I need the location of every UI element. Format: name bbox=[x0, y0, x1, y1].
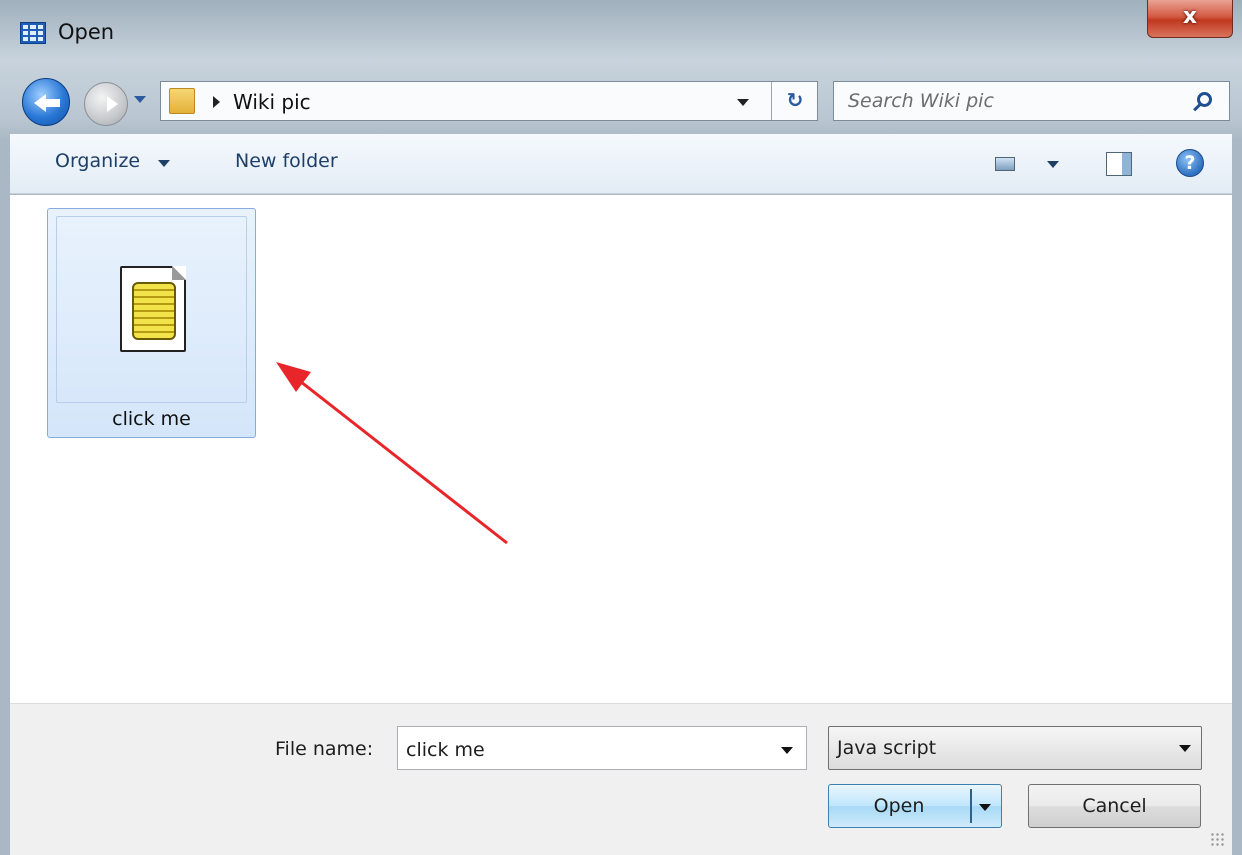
help-icon[interactable]: ? bbox=[1176, 149, 1204, 177]
recent-locations-dropdown[interactable] bbox=[134, 96, 146, 103]
open-options-dropdown-icon[interactable] bbox=[979, 804, 991, 811]
cancel-button[interactable]: Cancel bbox=[1028, 784, 1201, 828]
file-type-value: Java script bbox=[837, 737, 937, 759]
search-icon[interactable] bbox=[1197, 92, 1212, 107]
open-button-divider bbox=[970, 789, 972, 823]
script-scroll-icon bbox=[132, 282, 176, 340]
breadcrumb-folder[interactable]: Wiki pic bbox=[233, 90, 311, 114]
open-button[interactable]: Open bbox=[828, 784, 1002, 828]
view-options-dropdown-icon[interactable] bbox=[1047, 161, 1059, 168]
open-file-dialog: Open x Wiki pic ↻ Search Wiki pic Organi… bbox=[0, 0, 1242, 855]
organize-button[interactable]: Organize bbox=[55, 150, 140, 172]
address-bar[interactable]: Wiki pic ↻ bbox=[160, 81, 818, 121]
folder-icon bbox=[169, 88, 195, 114]
close-button[interactable]: x bbox=[1147, 0, 1233, 38]
dialog-app-icon bbox=[20, 22, 46, 44]
file-name-dropdown-icon[interactable] bbox=[781, 747, 793, 754]
back-arrow-icon[interactable] bbox=[22, 78, 70, 126]
file-type-dropdown-icon[interactable] bbox=[1179, 745, 1191, 752]
search-box[interactable]: Search Wiki pic bbox=[833, 81, 1230, 121]
change-view-icon[interactable] bbox=[995, 157, 1015, 171]
forward-arrow-icon[interactable] bbox=[84, 82, 128, 126]
new-folder-button[interactable]: New folder bbox=[235, 150, 338, 172]
dialog-footer: File name: click me Java script Open Can… bbox=[10, 703, 1232, 855]
javascript-file-icon bbox=[120, 266, 186, 352]
search-input[interactable]: Search Wiki pic bbox=[848, 90, 994, 112]
file-item[interactable]: click me bbox=[47, 208, 256, 438]
title-bar[interactable]: Open x bbox=[0, 0, 1242, 70]
resize-grip-icon[interactable] bbox=[1210, 832, 1224, 846]
file-name-value[interactable]: click me bbox=[406, 739, 485, 761]
file-type-select[interactable]: Java script bbox=[828, 726, 1202, 770]
file-thumbnail bbox=[56, 216, 247, 403]
dialog-title: Open bbox=[58, 20, 115, 44]
breadcrumb-chevron-icon[interactable] bbox=[213, 96, 220, 108]
command-bar: Organize New folder ? bbox=[10, 134, 1232, 194]
file-name-label-text: File name: bbox=[275, 738, 374, 760]
address-dropdown-icon[interactable] bbox=[737, 99, 749, 106]
organize-dropdown-icon[interactable] bbox=[158, 160, 170, 167]
file-name-field[interactable]: click me bbox=[397, 726, 807, 770]
file-list-pane[interactable]: click me bbox=[10, 195, 1232, 703]
open-button-label: Open bbox=[873, 795, 925, 817]
preview-pane-icon[interactable] bbox=[1106, 152, 1132, 176]
refresh-icon[interactable]: ↻ bbox=[771, 82, 818, 120]
file-name-label: click me bbox=[112, 408, 191, 430]
